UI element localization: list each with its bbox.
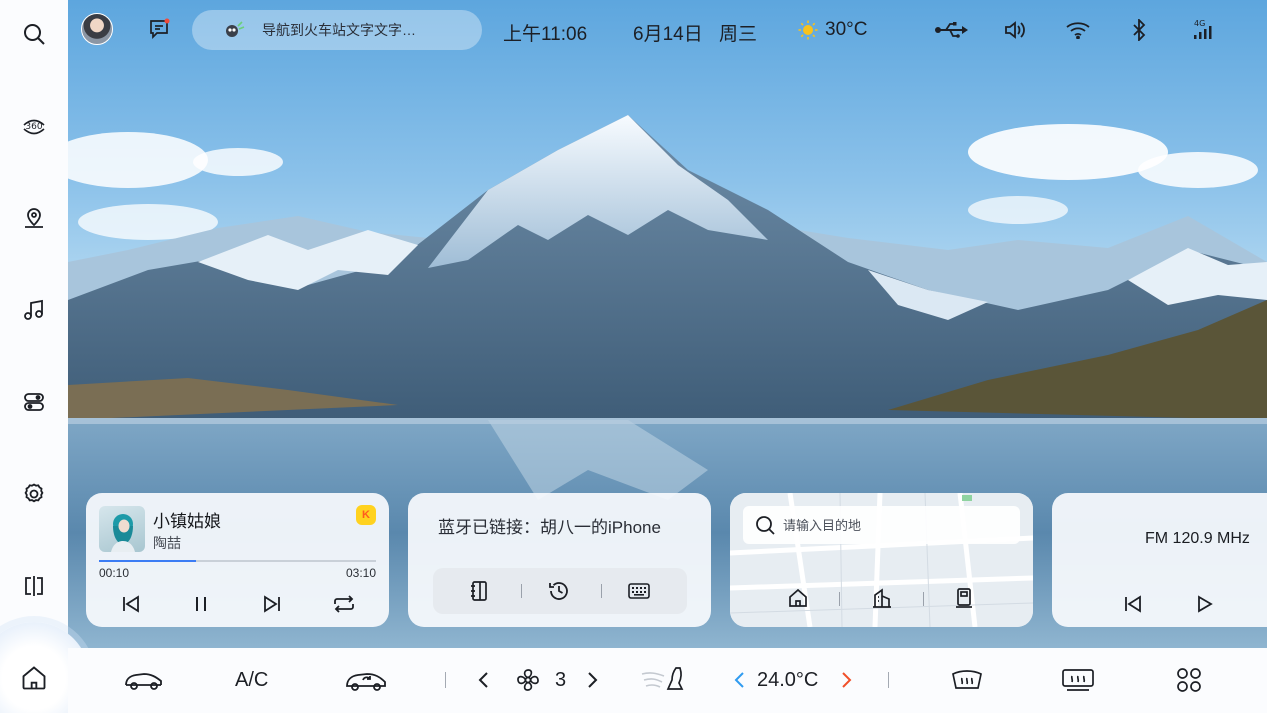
app-grid-icon[interactable] [1176,664,1202,696]
weather-temperature: 30°C [825,19,868,40]
company-destination-icon[interactable] [870,586,894,610]
temperature-decrease-button[interactable] [733,664,745,696]
phone-actions-bar [433,568,687,614]
wifi-icon [1066,21,1090,44]
radio-card[interactable]: FM 120.9 MHz [1052,493,1267,627]
360-view-icon[interactable]: 360 [18,110,50,142]
voice-assistant-pill[interactable]: 导航到火车站文字文字… [192,10,482,50]
home-icon[interactable] [18,662,50,694]
fan-increase-button[interactable] [586,664,600,696]
music-icon[interactable] [18,294,50,326]
climate-bar: A/C 3 24.0°C [68,648,1267,713]
ac-label: A/C [235,668,269,691]
repeat-button[interactable] [331,591,357,617]
signal-4g-icon: 4G [1192,18,1218,45]
song-title: 小镇姑娘 [153,512,221,531]
left-sidebar: 360 [0,0,90,713]
divider [521,584,522,598]
network-type-label: 4G [1194,19,1205,28]
playback-progress-bar[interactable] [99,560,376,562]
ac-button[interactable]: A/C [235,664,268,696]
radio-frequency: FM 120.9 MHz [1145,530,1250,547]
search-icon[interactable] [18,18,50,50]
fan-level: 3 [555,664,566,696]
divider [888,672,889,688]
elapsed-time: 00:10 [99,566,130,580]
temperature-value: 24.0°C [757,668,819,691]
status-bar: 导航到火车站文字文字… 上午11:06 6月14日 周三 30°C 4G [68,0,1267,62]
temperature-display: 24.0°C [757,664,818,696]
usb-icon [934,21,968,44]
fan-level-value: 3 [555,668,567,691]
radio-play-button[interactable] [1191,591,1217,617]
front-defrost-icon[interactable] [951,664,983,696]
radio-previous-button[interactable] [1120,591,1146,617]
album-cover [99,506,145,552]
previous-track-button[interactable] [118,591,144,617]
divider [839,592,840,606]
contacts-icon[interactable] [468,580,490,602]
clock-time: 上午11:06 [503,24,588,45]
call-history-icon[interactable] [548,580,570,602]
bluetooth-phone-card[interactable]: 蓝牙已链接：胡八一的iPhone [408,493,711,627]
weekday-text: 周三 [719,24,758,45]
seat-airflow-icon[interactable] [640,664,690,696]
voice-assistant-text: 导航到火车站文字文字… [262,22,416,38]
pause-button[interactable] [188,591,214,617]
fan-icon [515,664,541,696]
navigation-card[interactable] [730,493,1033,627]
sun-icon [798,20,818,45]
artist-name: 陶喆 [153,535,181,551]
volume-icon[interactable] [1004,20,1026,45]
charging-station-icon[interactable] [952,586,976,610]
music-player-card[interactable]: 小镇姑娘 陶喆 K 00:10 03:10 [86,493,389,627]
temperature-increase-button[interactable] [841,664,853,696]
user-avatar[interactable] [81,13,113,45]
total-duration: 03:10 [345,566,376,580]
svg-text:360: 360 [25,122,42,132]
destination-input[interactable] [783,517,1003,533]
home-destination-icon[interactable] [786,586,810,610]
gear-icon[interactable] [18,478,50,510]
car-front-icon[interactable] [123,664,165,696]
music-app-badge[interactable]: K [356,505,376,525]
voice-assistant-icon [226,21,245,37]
divider [445,672,446,688]
date-text: 6月14日 [633,24,703,45]
search-icon [756,516,775,535]
playback-progress-fill [99,560,196,562]
next-track-button[interactable] [259,591,285,617]
split-screen-icon[interactable] [18,570,50,602]
bluetooth-icon [1131,17,1147,46]
location-icon[interactable] [18,202,50,234]
toggle-settings-icon[interactable] [18,386,50,418]
fan-decrease-button[interactable] [476,664,490,696]
message-icon[interactable] [148,18,170,45]
rear-defrost-icon[interactable] [1061,664,1095,696]
dialpad-icon[interactable] [628,580,650,602]
bluetooth-status: 蓝牙已链接：胡八一的iPhone [438,518,661,537]
divider [923,592,924,606]
divider [601,584,602,598]
car-recirculation-icon[interactable] [344,664,390,696]
destination-search-box[interactable] [743,506,1020,544]
